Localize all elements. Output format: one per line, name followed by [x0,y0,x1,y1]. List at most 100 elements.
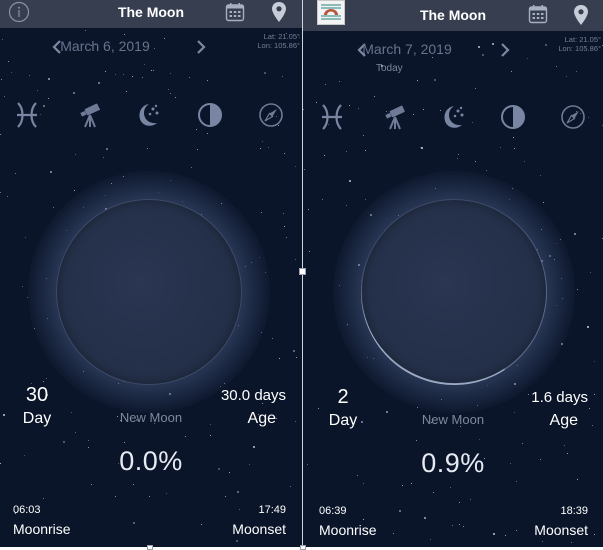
star [577,479,578,480]
calendar-icon[interactable] [528,4,548,24]
star [284,153,285,154]
star [210,435,211,436]
star [511,71,512,72]
nav-title: The Moon [419,7,487,23]
star [191,167,192,168]
moon-stars-icon[interactable] [135,100,163,130]
star [283,213,284,214]
star [29,75,30,76]
compass-icon[interactable] [257,100,285,130]
star [416,440,417,441]
star [153,70,154,71]
chevron-right-icon[interactable] [500,42,510,58]
moonset-label: Moonset [534,522,588,538]
star [514,148,515,149]
star [284,226,285,227]
location-pin-icon[interactable] [573,4,589,26]
star [48,98,49,99]
star [124,34,125,35]
star [272,338,273,339]
star [132,76,133,77]
longitude: Lon: 105.86° [558,44,601,53]
zodiac-icon[interactable] [318,102,346,132]
zodiac-icon[interactable] [13,100,41,130]
telescope-icon[interactable] [381,102,409,132]
star [98,82,100,84]
star [7,196,8,197]
star [594,361,595,362]
star [463,526,464,527]
telescope-icon[interactable] [76,100,104,130]
star [524,161,525,162]
moonset-label: Moonset [232,521,286,537]
moonset-time: 17:49 [258,504,286,516]
star [115,496,116,497]
location-pin-icon[interactable] [271,1,287,23]
star [434,79,436,81]
star [133,522,135,524]
star [85,30,86,31]
star [106,148,108,150]
resize-handle-left[interactable] [147,545,153,550]
star [4,96,5,97]
star [594,534,595,535]
star [149,496,150,497]
star [260,148,261,149]
star [324,155,325,156]
moon-stars-icon[interactable] [440,102,468,132]
split-divider[interactable] [302,0,303,550]
star [374,96,375,97]
star [339,81,340,82]
star [268,147,269,148]
calendar-icon[interactable] [225,2,245,22]
star [237,491,239,493]
star [22,286,23,287]
star [486,170,487,171]
star [11,72,12,73]
star [236,540,238,542]
star [420,147,421,148]
star [590,272,591,273]
star [175,97,176,98]
star [516,481,517,482]
moon-phase-icon[interactable] [499,102,527,132]
star [430,539,431,540]
star [295,166,296,167]
star [417,80,418,81]
star [286,237,287,238]
star [399,510,401,512]
star [142,77,143,78]
compass-icon[interactable] [559,102,587,132]
star [73,92,75,94]
age-value: 1.6 days [531,389,588,406]
star [516,530,517,531]
star [475,161,476,162]
moon-phase-icon[interactable] [196,100,224,130]
star [225,496,226,497]
star [170,73,171,74]
star [308,209,309,210]
star [433,492,434,493]
star [133,484,134,485]
star [564,445,565,446]
star [594,394,595,395]
star [151,70,152,71]
star [123,74,124,75]
nav-title: The Moon [117,4,185,20]
navigation-bar: The Moon [0,0,302,28]
navigation-bar: The Moon [303,0,603,31]
star [8,61,9,62]
star [295,259,296,260]
resize-handle-right[interactable] [300,545,306,550]
star [411,483,412,484]
star [166,493,167,494]
chevron-right-icon[interactable] [196,39,206,55]
star [365,150,366,151]
phase-name: New Moon [119,410,183,425]
split-drag-handle[interactable] [299,268,306,275]
star [103,157,104,158]
star [424,517,426,519]
star [505,535,506,536]
star [522,443,523,444]
tool-bar [0,100,302,132]
